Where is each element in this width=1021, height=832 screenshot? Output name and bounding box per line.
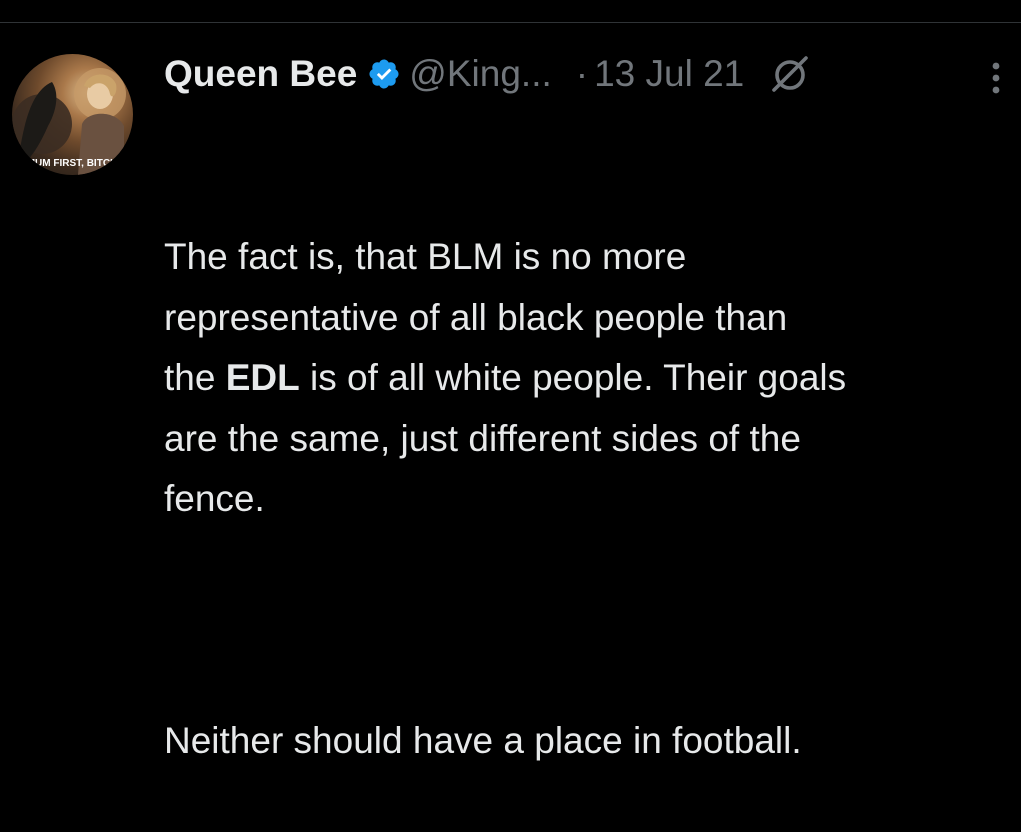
grok-icon[interactable] (768, 52, 812, 96)
more-vertical-icon[interactable] (984, 56, 1008, 100)
verified-badge-icon[interactable] (367, 57, 401, 91)
avatar-image: MUM FIRST, BITCH (12, 68, 126, 175)
tweet-date[interactable]: 13 Jul 21 (594, 53, 744, 95)
tweet-header: Queen Bee @King... · 13 Jul 21 (164, 52, 812, 96)
tweet-paragraph-1: The fact is, that BLM is no more represe… (164, 227, 1014, 530)
avatar[interactable]: MUM FIRST, BITCH (12, 54, 133, 175)
tweet-paragraph-2: Neither should have a place in football. (164, 720, 802, 761)
separator-dot: · (575, 53, 589, 94)
avatar-caption: MUM FIRST, BITCH (27, 158, 118, 169)
top-divider (0, 22, 1021, 23)
tweet-text-bold: EDL (225, 357, 300, 398)
tweet-text: The fact is, that BLM is no more represe… (164, 106, 1014, 832)
author-display-name[interactable]: Queen Bee (164, 53, 357, 95)
author-handle[interactable]: @King... (409, 53, 551, 95)
